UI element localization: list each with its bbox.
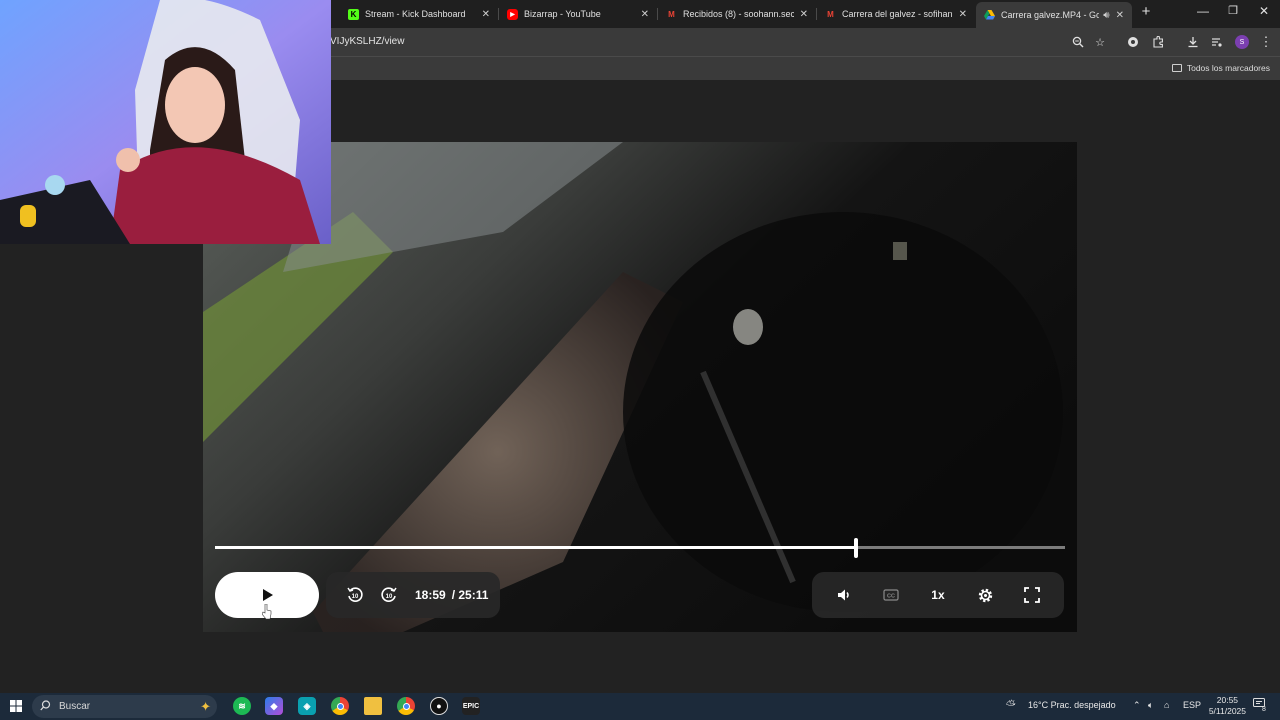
tab-title: Recibidos (8) - soohann.secund [683,9,794,19]
video-frame[interactable] [203,142,1077,632]
close-window-button[interactable]: ✕ [1249,4,1279,18]
tab-title: Bizarrap - YouTube [524,9,601,19]
menu-kebab-icon[interactable]: ⋮ [1258,34,1274,50]
media-control-icon[interactable] [1209,34,1225,50]
close-icon[interactable]: ✕ [641,9,649,20]
obs-icon[interactable]: ● [430,697,448,715]
current-time: 18:59 [415,588,446,602]
zoom-icon[interactable] [1070,34,1086,50]
tab-drive-video[interactable]: Carrera galvez.MP4 - Goog 🔊︎ ✕ [976,2,1132,28]
taskbar-clock[interactable]: 20:55 5/11/2025 [1209,695,1246,717]
network-icon[interactable]: ⌂ [1164,700,1169,710]
drive-icon [984,10,995,21]
weather-icon: ⛅︎ [1006,698,1016,712]
volume-icon[interactable] [828,579,860,611]
all-bookmarks-button[interactable]: Todos los marcadores [1171,63,1270,73]
svg-text:CC: CC [887,594,895,600]
speaker-icon[interactable]: 🔈︎ [1148,700,1153,711]
clock-date: 5/11/2025 [1208,706,1246,716]
svg-text:10: 10 [386,594,393,600]
folder-icon [1171,64,1182,72]
close-icon[interactable]: ✕ [482,9,490,20]
settings-gear-icon[interactable] [969,579,1001,611]
url-field[interactable]: VIJyKSLHZ/view [330,36,404,47]
seek-handle[interactable] [853,538,858,558]
extension-puzzle-icon[interactable] [1125,34,1141,50]
chrome-profile-icon[interactable] [397,697,415,715]
file-explorer-icon[interactable] [364,697,382,715]
notification-count: 8 [1262,706,1266,713]
seek-progress [215,546,856,549]
app-icon[interactable]: ◈ [298,697,316,715]
tab-title: Stream - Kick Dashboard [365,9,466,19]
webcam-overlay [0,0,331,244]
avatar[interactable]: S [1234,34,1250,50]
captions-icon[interactable]: CC [875,579,907,611]
clock-time: 20:55 [1216,695,1239,705]
epic-games-icon[interactable]: EPIC [462,697,480,715]
new-tab-button[interactable]: + [1131,3,1161,20]
weather-text[interactable]: 16°C Prac. despejado [1028,700,1116,710]
close-icon[interactable]: ✕ [1116,10,1124,21]
search-icon [40,699,51,714]
copilot-sparkle-icon: ✦ [200,698,211,714]
tab-title: Carrera galvez.MP4 - Goog [1001,10,1100,20]
download-icon[interactable] [1185,34,1201,50]
youtube-icon: ▶ [507,8,518,20]
gmail-icon: M [827,9,834,19]
gmail-icon: M [668,9,675,19]
search-placeholder: Buscar [59,701,91,712]
play-icon [263,589,273,601]
tab-gmail-carrera[interactable]: M Carrera del galvez - sofihannse ✕ [817,3,975,25]
windows-taskbar: Buscar ✦ ≋ ◆ ◈ ● EPIC ⛅︎ 16°C Prac. desp… [0,693,1280,720]
seek-bar[interactable] [215,538,1065,558]
svg-text:10: 10 [352,594,359,600]
playback-controls: 10 10 18:59 / 25:11 [326,572,500,618]
tab-title: Carrera del galvez - sofihannse [842,9,953,19]
spotify-icon[interactable]: ≋ [233,697,251,715]
close-icon[interactable]: ✕ [800,9,808,20]
duration: / 25:11 [451,588,489,602]
windows-start-icon[interactable] [7,697,25,715]
tab-youtube[interactable]: ▶ Bizarrap - YouTube ✕ [499,3,657,25]
tab-kick-dashboard[interactable]: K Stream - Kick Dashboard ✕ [340,3,498,25]
all-bookmarks-label: Todos los marcadores [1186,63,1270,73]
kick-icon: K [348,8,359,20]
forward-10-icon[interactable]: 10 [373,579,405,611]
rewind-10-icon[interactable]: 10 [339,579,371,611]
chevron-up-icon[interactable]: ⌃ [1133,700,1141,711]
tab-gmail-inbox[interactable]: M Recibidos (8) - soohann.secund ✕ [658,3,816,25]
speed-button[interactable]: 1x [922,579,954,611]
player-settings-controls: CC 1x [812,572,1064,618]
mouse-cursor-icon [262,604,272,620]
minimize-button[interactable]: — [1188,4,1218,18]
chrome-icon[interactable] [331,697,349,715]
bookmark-star-icon[interactable]: ☆ [1092,34,1108,50]
fullscreen-icon[interactable] [1016,579,1048,611]
audio-icon[interactable]: 🔊︎ [1103,10,1109,21]
restore-button[interactable]: ❐ [1218,4,1248,17]
language-indicator[interactable]: ESP [1183,700,1201,710]
copilot-icon[interactable]: ◆ [265,697,283,715]
extensions-icon[interactable] [1150,34,1166,50]
taskbar-search[interactable]: Buscar ✦ [32,695,217,718]
close-icon[interactable]: ✕ [959,9,967,20]
